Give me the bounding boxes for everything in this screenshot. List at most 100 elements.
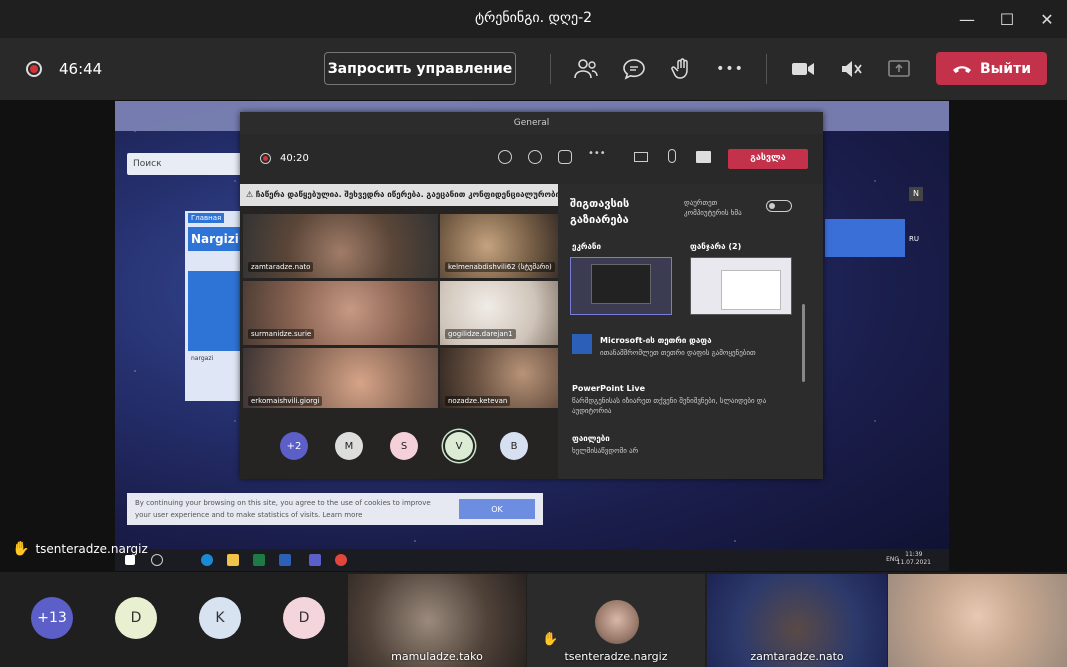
- video-tile: nozadze.ketevan: [440, 348, 558, 412]
- institution-icon: [188, 271, 242, 351]
- excel-icon: [253, 554, 265, 566]
- files-desc: ხელმისაწვდომი არ: [572, 447, 639, 455]
- participant-avatar: M: [335, 432, 363, 460]
- teams-meeting-window: ტრენინგი. დღე-2 — ☐ ✕ 46:44 Запросить уп…: [0, 0, 1067, 667]
- more-icon[interactable]: •••: [716, 55, 744, 83]
- video-tile: surmanidze.surie: [243, 281, 438, 345]
- inner-avatar-row: +2 M S V B: [240, 408, 558, 479]
- share-icon[interactable]: [885, 55, 913, 83]
- profile-letter: N: [909, 187, 923, 201]
- windows-taskbar: ENG 11:39 11.07.2021: [115, 549, 949, 571]
- share-panel-scrollbar: [802, 304, 805, 382]
- screen-thumbnail: [570, 257, 672, 315]
- background-search: Поиск: [127, 153, 247, 175]
- raise-hand-icon: ✋: [12, 541, 30, 557]
- raise-hand-icon: ✋: [542, 632, 559, 647]
- raise-hand-icon[interactable]: [668, 55, 696, 83]
- raised-hand-name: tsenteradze.nargiz: [35, 542, 148, 556]
- window-thumbnail: [690, 257, 792, 315]
- tile-name: erkomaishvili.giorgi: [248, 396, 323, 406]
- powerpoint-title: PowerPoint Live: [572, 384, 646, 393]
- participant-avatar[interactable]: D: [283, 597, 325, 639]
- cookie-banner: By continuing your browsing on this site…: [127, 493, 543, 525]
- inner-toolbar: 40:20 ••• გასვლა: [240, 134, 823, 184]
- computer-sound-toggle: [766, 200, 792, 212]
- site-card-label: nargazi: [191, 355, 214, 362]
- participant-avatar: B: [500, 432, 528, 460]
- inner-camera-icon: [634, 152, 648, 162]
- participants-icon[interactable]: [572, 55, 600, 83]
- inner-window-title: General: [240, 112, 823, 134]
- participant-name: tsenteradze.nargiz: [564, 650, 668, 663]
- folder-icon: [227, 554, 239, 566]
- mute-icon[interactable]: [837, 55, 865, 83]
- share-content-panel: შიგთავსის გაზიარება დაურთეთ კომპიუტერის …: [558, 184, 823, 479]
- inner-share-icon: [696, 151, 711, 163]
- maximize-button[interactable]: ☐: [992, 6, 1022, 32]
- screen-header: ეკრანი: [572, 242, 601, 251]
- shared-screen-stage: Поиск Главная Nargizi nargazi N RU By co…: [0, 100, 1067, 572]
- chrome-icon: [335, 554, 347, 566]
- meeting-title: ტრენინგი. დღე-2: [474, 10, 593, 26]
- whiteboard-icon: [572, 334, 592, 354]
- whiteboard-title: Microsoft-ის თეთრი დაფა: [600, 336, 712, 345]
- background-site-panel: Главная Nargizi nargazi: [185, 211, 243, 401]
- language-label: RU: [909, 235, 919, 243]
- participant-video-tile[interactable]: zamtaradze.nato: [707, 574, 887, 667]
- minimize-button[interactable]: —: [952, 6, 982, 32]
- participant-video-tile[interactable]: [888, 574, 1067, 667]
- toolbar-divider: [550, 54, 551, 84]
- files-title: ფაილები: [572, 434, 610, 443]
- participant-video-tile[interactable]: ✋ tsenteradze.nargiz: [527, 574, 705, 667]
- site-name: Nargizi: [188, 227, 242, 251]
- inner-more-icon: •••: [588, 148, 606, 159]
- participant-avatar[interactable]: D: [115, 597, 157, 639]
- request-control-button[interactable]: Запросить управление: [324, 52, 516, 85]
- toolbar-divider: [766, 54, 767, 84]
- tile-name: gogilidze.darejan1: [445, 329, 516, 339]
- powerpoint-live-option: PowerPoint Live წარმდგენისას იზიარეთ თქვ…: [572, 384, 797, 416]
- inner-mic-icon: [668, 149, 676, 163]
- inner-teams-window: General 40:20 ••• გასვლა ⚠ ჩაწერა დაწყებ…: [240, 112, 823, 479]
- inner-timer: 40:20: [280, 153, 309, 164]
- site-tab: Главная: [188, 213, 225, 223]
- phone-hangup-icon: [952, 65, 971, 73]
- inner-participants-icon: [498, 150, 512, 164]
- search-icon: [151, 554, 163, 566]
- leave-button[interactable]: Выйти: [936, 52, 1047, 85]
- raised-hand-indicator: ✋ tsenteradze.nargiz: [12, 541, 148, 557]
- video-tile: kelmenabdishvili62 (სტუმარი): [440, 214, 558, 278]
- teams-icon: [309, 554, 321, 566]
- shared-screen[interactable]: Поиск Главная Nargizi nargazi N RU By co…: [115, 101, 949, 571]
- participant-video-tile[interactable]: mamuladze.tako: [348, 574, 526, 667]
- cookie-text: By continuing your browsing on this site…: [135, 499, 431, 519]
- participant-avatar[interactable]: K: [199, 597, 241, 639]
- whiteboard-option: Microsoft-ის თეთრი დაფა ითანამშრომლეთ თე…: [600, 336, 800, 358]
- inner-chat-icon: [528, 150, 542, 164]
- share-panel-title: შიგთავსის გაზიარება: [570, 197, 630, 226]
- background-panel: [825, 219, 905, 257]
- chat-icon[interactable]: [620, 55, 648, 83]
- participant-photo: [595, 600, 639, 644]
- inner-raise-hand-icon: [558, 150, 572, 164]
- speaking-participant-avatar: V: [445, 432, 473, 460]
- meeting-timer: 46:44: [59, 60, 103, 78]
- tile-name: nozadze.ketevan: [445, 396, 511, 406]
- leave-label: Выйти: [979, 60, 1032, 77]
- inner-recording-icon: [260, 153, 271, 164]
- video-tile: erkomaishvili.giorgi: [243, 348, 438, 412]
- computer-sound-label: დაურთეთ კომპიუტერის ხმა: [684, 199, 742, 217]
- more-participants-avatar[interactable]: +13: [31, 597, 73, 639]
- camera-icon[interactable]: [789, 55, 817, 83]
- tile-name: surmanidze.surie: [248, 329, 315, 339]
- meeting-toolbar: 46:44 Запросить управление ••• Выйти: [0, 38, 1067, 100]
- taskbar-clock: 11:39 11.07.2021: [897, 551, 931, 567]
- cookie-ok-button[interactable]: OK: [459, 499, 535, 519]
- window-preview: [721, 270, 781, 310]
- close-button[interactable]: ✕: [1032, 6, 1062, 32]
- window-header: ფანჯარა (2): [690, 242, 742, 251]
- whiteboard-desc: ითანამშრომლეთ თეთრი დაფის გამოყენებით: [600, 349, 756, 357]
- files-option: ფაილები ხელმისაწვდომი არ: [572, 434, 797, 456]
- recording-warning: ⚠ ჩაწერა დაწყებულია. შეხვედრა იწერება. გ…: [240, 184, 558, 206]
- clock-date: 11.07.2021: [896, 559, 931, 566]
